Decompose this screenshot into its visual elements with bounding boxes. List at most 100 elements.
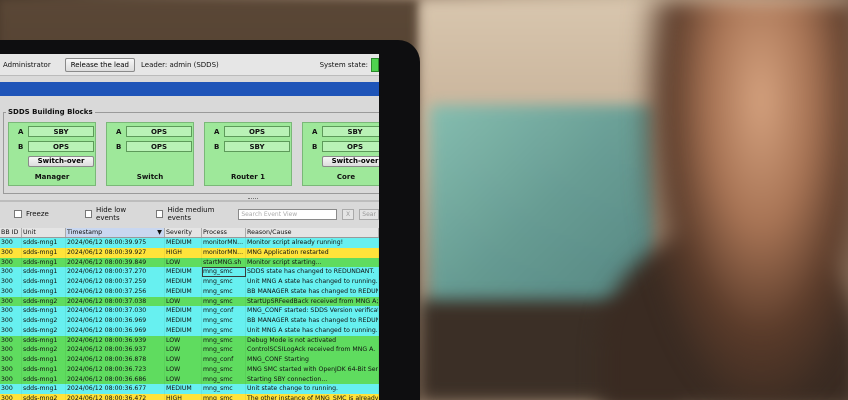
search-button[interactable]: Sear: [359, 208, 379, 220]
hide-medium-toggle[interactable]: Hide medium events: [156, 206, 230, 222]
unit-a-row: A OPS: [214, 126, 290, 137]
table-row[interactable]: 300 sdds-mng1 2024/06/12 08:00:36.878 LO…: [0, 355, 379, 365]
event-search-input[interactable]: Search Event View: [238, 208, 337, 220]
table-row[interactable]: 300 sdds-mng1 2024/06/12 08:00:36.677 ME…: [0, 384, 379, 394]
unit-a-state[interactable]: OPS: [126, 126, 192, 137]
cell-severity: LOW: [165, 364, 202, 375]
table-row[interactable]: 300 sdds-mng1 2024/06/12 08:00:39.975 ME…: [0, 238, 379, 248]
cell-bb-id: 300: [0, 374, 22, 385]
building-block-card: A OPS B SBY Router 1: [204, 122, 292, 186]
cell-severity: LOW: [165, 374, 202, 385]
cell-unit: sdds-mng1: [22, 286, 66, 297]
event-table-header: BB ID Unit Timestamp ▼ Severity Process R…: [0, 228, 379, 238]
cell-process: mng_conf: [202, 306, 246, 316]
cell-severity: MEDIUM: [165, 316, 202, 326]
hide-low-label: Hide low events: [96, 206, 127, 222]
table-row[interactable]: 300 sdds-mng1 2024/06/12 08:00:39.927 HI…: [0, 247, 379, 258]
col-bb-id[interactable]: BB ID: [0, 228, 22, 237]
cell-unit: sdds-mng1: [22, 257, 66, 268]
cell-reason: Unit MNG A state has changed to running.: [247, 277, 379, 287]
table-row[interactable]: 300 sdds-mng2 2024/06/12 08:00:36.969 ME…: [0, 316, 379, 326]
col-timestamp[interactable]: Timestamp ▼: [66, 228, 165, 237]
cell-timestamp: 2024/06/12 08:00:39.849: [66, 257, 165, 268]
user-role-label: Administrator: [3, 60, 51, 69]
cell-process: monitorMN...: [202, 247, 246, 258]
building-blocks-title: SDDS Building Blocks: [6, 108, 95, 116]
table-row[interactable]: 300 sdds-mng1 2024/06/12 08:00:37.030 ME…: [0, 306, 379, 316]
building-block-card: A OPS B OPS Switch: [106, 122, 194, 186]
table-row[interactable]: 300 sdds-mng1 2024/06/12 08:00:37.270 ME…: [0, 267, 379, 277]
cell-timestamp: 2024/06/12 08:00:36.686: [66, 374, 165, 385]
cell-severity: MEDIUM: [165, 306, 202, 316]
building-block-name: Router 1: [230, 173, 266, 181]
cell-reason: ControlSCSILogAck received from MNG A.: [246, 345, 379, 355]
cell-reason: The other instance of MNG_SMC is already…: [246, 394, 379, 400]
operator-head: [640, 0, 848, 400]
table-row[interactable]: 300 sdds-mng1 2024/06/12 08:00:36.686 LO…: [0, 374, 379, 385]
hide-low-checkbox[interactable]: [84, 210, 93, 218]
release-lead-button[interactable]: Release the lead: [64, 57, 135, 72]
table-row[interactable]: 300 sdds-mng1 2024/06/12 08:00:36.939 LO…: [0, 335, 379, 346]
col-unit[interactable]: Unit: [22, 228, 66, 237]
cell-process: mng_smc: [202, 316, 246, 326]
cell-process: mng_smc: [202, 296, 246, 307]
unit-b-row: B SBY: [214, 141, 290, 152]
laptop-bezel: Administrator Release the lead Leader: a…: [0, 40, 420, 400]
cell-unit: sdds-mng2: [22, 296, 66, 307]
system-state-label: System state:: [319, 60, 368, 69]
switch-over-button[interactable]: Switch-over: [28, 156, 94, 167]
cell-timestamp: 2024/06/12 08:00:36.969: [66, 325, 165, 336]
cell-process: mng_smc: [202, 345, 246, 355]
cell-unit: sdds-mng1: [22, 277, 66, 287]
table-row[interactable]: 300 sdds-mng2 2024/06/12 08:00:36.472 HI…: [0, 394, 379, 400]
unit-b-state[interactable]: SBY: [224, 141, 290, 152]
unit-a-label: A: [18, 127, 24, 136]
sort-desc-icon: ▼: [157, 229, 162, 236]
cell-process: mng_smc: [202, 277, 246, 287]
cell-bb-id: 300: [0, 286, 22, 297]
cell-bb-id: 300: [0, 364, 22, 375]
cell-severity: HIGH: [165, 247, 202, 258]
freeze-toggle[interactable]: Freeze: [14, 210, 49, 218]
hide-medium-checkbox[interactable]: [156, 210, 164, 218]
hide-low-toggle[interactable]: Hide low events: [84, 206, 144, 222]
cell-reason: Monitor script starting...: [246, 257, 379, 268]
cell-process: mng_smc: [202, 384, 246, 394]
table-row[interactable]: 300 sdds-mng2 2024/06/12 08:00:37.038 LO…: [0, 296, 379, 307]
col-process[interactable]: Process: [202, 228, 246, 237]
unit-b-row: B OPS: [18, 141, 94, 152]
table-row[interactable]: 300 sdds-mng2 2024/06/12 08:00:36.937 LO…: [0, 345, 379, 355]
event-filter-bar: Freeze Hide low events Hide medium event…: [0, 206, 379, 222]
cell-timestamp: 2024/06/12 08:00:36.878: [66, 355, 165, 365]
cell-severity: MEDIUM: [165, 384, 202, 394]
col-reason[interactable]: Reason/Cause: [246, 228, 379, 237]
freeze-checkbox[interactable]: [14, 210, 22, 218]
cell-bb-id: 300: [0, 355, 22, 365]
unit-b-state[interactable]: OPS: [322, 141, 379, 152]
unit-b-state[interactable]: OPS: [28, 141, 94, 152]
cell-timestamp: 2024/06/12 08:00:37.038: [66, 296, 165, 307]
event-table-body: 300 sdds-mng1 2024/06/12 08:00:39.975 ME…: [0, 238, 379, 400]
splitter[interactable]: [0, 198, 379, 202]
cell-severity: LOW: [165, 257, 202, 268]
unit-b-state[interactable]: OPS: [126, 141, 192, 152]
cell-severity: LOW: [165, 335, 202, 346]
cell-timestamp: 2024/06/12 08:00:37.259: [66, 277, 165, 287]
cell-unit: sdds-mng1: [22, 247, 66, 258]
unit-a-state[interactable]: OPS: [224, 126, 290, 137]
table-row[interactable]: 300 sdds-mng1 2024/06/12 08:00:37.259 ME…: [0, 277, 379, 287]
switch-over-button[interactable]: Switch-over: [322, 156, 379, 167]
unit-a-state[interactable]: SBY: [28, 126, 94, 137]
cell-process: mng_smc: [202, 325, 246, 336]
table-row[interactable]: 300 sdds-mng1 2024/06/12 08:00:36.723 LO…: [0, 364, 379, 375]
splitter-grip[interactable]: [248, 198, 258, 200]
cell-unit: sdds-mng1: [22, 384, 66, 394]
table-row[interactable]: 300 sdds-mng2 2024/06/12 08:00:36.969 ME…: [0, 325, 379, 336]
clear-search-button[interactable]: X: [341, 208, 355, 220]
unit-a-state[interactable]: SBY: [322, 126, 379, 137]
cell-bb-id: 300: [0, 345, 22, 355]
col-severity[interactable]: Severity: [165, 228, 202, 237]
table-row[interactable]: 300 sdds-mng1 2024/06/12 08:00:39.849 LO…: [0, 257, 379, 268]
col-timestamp-label: Timestamp: [67, 229, 103, 236]
table-row[interactable]: 300 sdds-mng1 2024/06/12 08:00:37.256 ME…: [0, 286, 379, 297]
